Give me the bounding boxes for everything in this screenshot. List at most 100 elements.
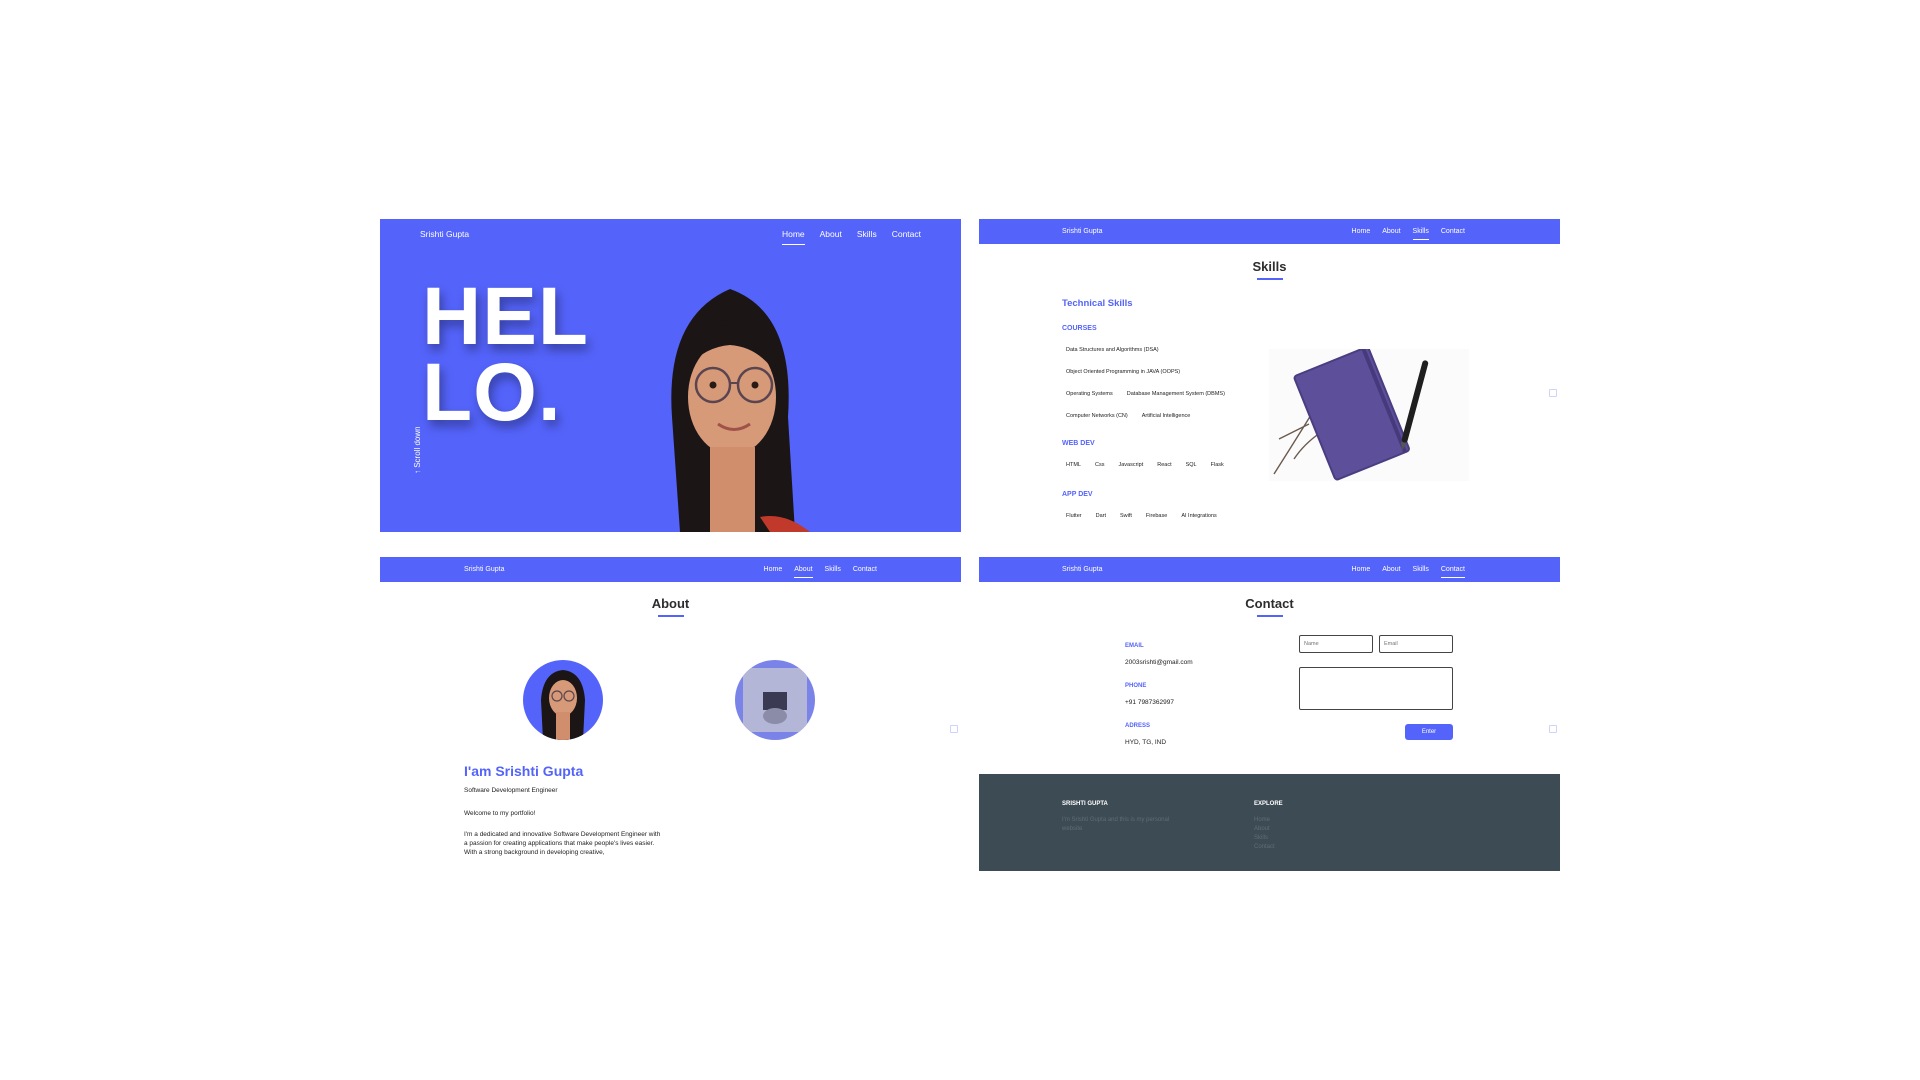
courses-row-3: Operating Systems Database Management Sy… bbox=[1062, 388, 1229, 400]
address-value: HYD, TG, IND bbox=[1125, 739, 1167, 746]
nav-about[interactable]: About bbox=[794, 566, 813, 578]
about-title: About bbox=[380, 596, 961, 617]
about-paragraph-2: With a strong background in developing c… bbox=[464, 849, 605, 857]
home-screenshot: Srishti Gupta Home About Skills Contact … bbox=[380, 219, 961, 532]
footer-links: Home About Skills Contact bbox=[1254, 816, 1275, 852]
skill-chip: Object Oriented Programming in JAVA (OOP… bbox=[1066, 369, 1181, 375]
footer-title: SRISHTI GUPTA bbox=[1062, 801, 1108, 807]
footer-link-skills[interactable]: Skills bbox=[1254, 834, 1275, 843]
skills-screenshot: Srishti Gupta Home About Skills Contact … bbox=[979, 219, 1560, 532]
skill-chip: Database Management System (DBMS) bbox=[1126, 391, 1225, 397]
technical-skills-heading: Technical Skills bbox=[1062, 298, 1133, 309]
appdev-label: APP DEV bbox=[1062, 491, 1093, 498]
nav-links: Home About Skills Contact bbox=[781, 229, 921, 245]
skill-chip: SQL bbox=[1185, 462, 1197, 468]
avatar-profile bbox=[523, 660, 603, 740]
hello-line-2: LO. bbox=[422, 347, 562, 439]
image-icon bbox=[950, 725, 958, 733]
brand-logo[interactable]: Srishti Gupta bbox=[1062, 228, 1102, 235]
skill-chip: Dart bbox=[1095, 513, 1106, 519]
about-role: Software Development Engineer bbox=[464, 787, 558, 794]
hello-heading: HEL LO. bbox=[422, 271, 589, 439]
skill-chip: HTML bbox=[1066, 462, 1081, 468]
nav-contact[interactable]: Contact bbox=[1440, 566, 1466, 578]
brand-logo[interactable]: Srishti Gupta bbox=[464, 566, 504, 573]
email-input[interactable] bbox=[1379, 635, 1453, 653]
skill-chip: Flask bbox=[1210, 462, 1224, 468]
brand-logo[interactable]: Srishti Gupta bbox=[420, 229, 469, 239]
skill-chip: Computer Networks (CN) bbox=[1066, 413, 1128, 419]
about-screenshot: Srishti Gupta Home About Skills Contact … bbox=[380, 557, 961, 871]
skill-chip: Firebase bbox=[1145, 513, 1168, 519]
skill-chip: Artificial Intelligence bbox=[1141, 413, 1191, 419]
about-bio: Welcome to my portfolio! I'm a dedicated… bbox=[464, 809, 664, 857]
webdev-label: WEB DEV bbox=[1062, 440, 1095, 447]
scroll-down-link[interactable]: ↑ Scroll down bbox=[413, 426, 422, 474]
nav-skills[interactable]: Skills bbox=[857, 229, 877, 239]
skill-chip: React bbox=[1157, 462, 1172, 468]
courses-row-1: Data Structures and Algorithms (DSA) bbox=[1062, 344, 1163, 356]
about-paragraph: I'm a dedicated and innovative Software … bbox=[464, 831, 661, 848]
skill-chip: Flutter bbox=[1066, 513, 1082, 519]
webdev-row: HTML Css Javascript React SQL Flask bbox=[1062, 459, 1228, 471]
nav-about[interactable]: About bbox=[820, 229, 842, 239]
hello-line-1: HEL bbox=[422, 271, 589, 362]
nav-skills[interactable]: Skills bbox=[1413, 566, 1429, 573]
nav-home[interactable]: Home bbox=[764, 566, 783, 573]
profile-photo bbox=[671, 289, 810, 532]
nav-home[interactable]: Home bbox=[1352, 228, 1371, 235]
email-value[interactable]: 2003srishti@gmail.com bbox=[1125, 659, 1193, 666]
skill-chip: Operating Systems bbox=[1066, 391, 1113, 397]
nav-links: Home About Skills Contact bbox=[764, 566, 877, 578]
nav-about[interactable]: About bbox=[1382, 566, 1400, 573]
contact-screenshot: Srishti Gupta Home About Skills Contact … bbox=[979, 557, 1560, 871]
skills-navbar: Srishti Gupta Home About Skills Contact bbox=[979, 219, 1560, 244]
courses-row-4: Computer Networks (CN) Artificial Intell… bbox=[1062, 410, 1194, 422]
courses-label: COURSES bbox=[1062, 325, 1097, 332]
about-name: I'am Srishti Gupta bbox=[464, 763, 584, 779]
address-label: ADRESS bbox=[1125, 723, 1151, 729]
courses-row-2: Object Oriented Programming in JAVA (OOP… bbox=[1062, 366, 1184, 378]
avatar-portrait-graphic bbox=[541, 670, 585, 740]
skill-chip: Swift bbox=[1119, 513, 1132, 519]
image-icon bbox=[1549, 389, 1557, 397]
avatar-workspace-graphic bbox=[743, 668, 807, 732]
message-textarea[interactable] bbox=[1299, 667, 1453, 710]
phone-label: PHONE bbox=[1125, 683, 1147, 689]
skill-chip: Javascript bbox=[1118, 462, 1144, 468]
footer-link-about[interactable]: About bbox=[1254, 825, 1275, 834]
appdev-row: Flutter Dart Swift Firebase AI Integrati… bbox=[1062, 510, 1221, 522]
nav-home[interactable]: Home bbox=[1352, 566, 1371, 573]
about-navbar: Srishti Gupta Home About Skills Contact bbox=[380, 557, 961, 582]
footer-link-home[interactable]: Home bbox=[1254, 816, 1275, 825]
skill-chip: Css bbox=[1094, 462, 1105, 468]
avatar-workspace bbox=[735, 660, 815, 740]
footer: SRISHTI GUPTA I'm Srishti Gupta and this… bbox=[979, 774, 1560, 871]
enter-button[interactable]: Enter bbox=[1405, 724, 1453, 740]
phone-value[interactable]: +91 7987362997 bbox=[1125, 699, 1174, 706]
about-welcome: Welcome to my portfolio! bbox=[464, 810, 536, 817]
name-input[interactable] bbox=[1299, 635, 1373, 653]
email-label: EMAIL bbox=[1125, 643, 1144, 649]
image-icon bbox=[1549, 725, 1557, 733]
footer-link-contact[interactable]: Contact bbox=[1254, 843, 1275, 852]
skill-chip: AI Integrations bbox=[1181, 513, 1217, 519]
nav-contact[interactable]: Contact bbox=[892, 229, 921, 239]
notebook-image bbox=[1269, 349, 1469, 481]
contact-title: Contact bbox=[979, 596, 1560, 617]
nav-links: Home About Skills Contact bbox=[1352, 228, 1465, 240]
contact-navbar: Srishti Gupta Home About Skills Contact bbox=[979, 557, 1560, 582]
nav-home[interactable]: Home bbox=[781, 229, 805, 245]
home-navbar: Srishti Gupta Home About Skills Contact bbox=[380, 219, 961, 259]
nav-skills[interactable]: Skills bbox=[1412, 228, 1430, 240]
nav-contact[interactable]: Contact bbox=[853, 566, 877, 573]
skills-title: Skills bbox=[979, 259, 1560, 280]
brand-logo[interactable]: Srishti Gupta bbox=[1062, 566, 1102, 573]
skill-chip: Data Structures and Algorithms (DSA) bbox=[1066, 347, 1159, 353]
nav-contact[interactable]: Contact bbox=[1441, 228, 1465, 235]
nav-about[interactable]: About bbox=[1382, 228, 1400, 235]
nav-links: Home About Skills Contact bbox=[1352, 566, 1466, 578]
footer-description: I'm Srishti Gupta and this is my persona… bbox=[1062, 817, 1170, 832]
footer-explore-label: EXPLORE bbox=[1254, 801, 1283, 807]
nav-skills[interactable]: Skills bbox=[825, 566, 841, 573]
